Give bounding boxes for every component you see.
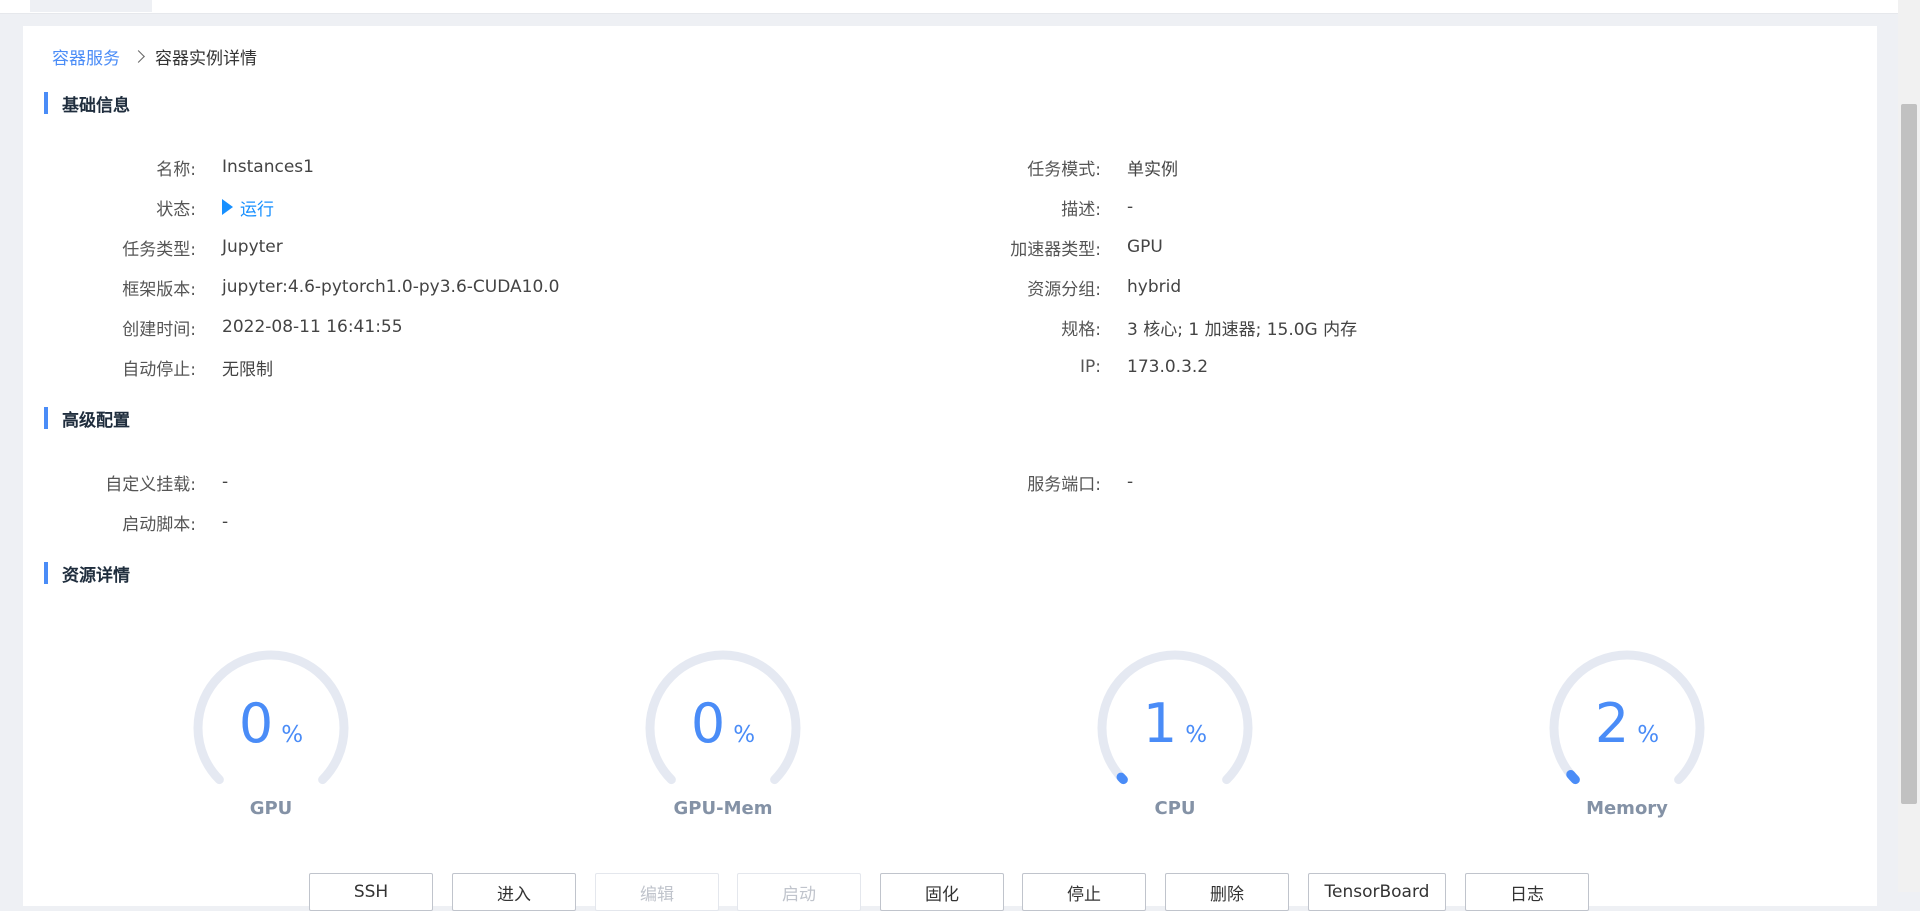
- breadcrumb: 容器服务 容器实例详情: [52, 44, 257, 69]
- advanced-field-left-0: 自定义挂载: -: [0, 470, 229, 495]
- breadcrumb-current: 容器实例详情: [155, 48, 257, 69]
- field-label: 加速器类型:: [1010, 239, 1101, 260]
- basic-field-right-4: 规格: 3 核心; 1 加速器; 15.0G 内存: [905, 315, 1358, 340]
- basic-field-left-1: 状态: 运行: [0, 195, 274, 220]
- delete-button[interactable]: 删除: [1165, 873, 1289, 911]
- field-value: -: [1127, 472, 1134, 492]
- gauge-progress: [1566, 770, 1580, 785]
- field-value: Instances1: [222, 157, 314, 177]
- field-value: hybrid: [1127, 277, 1182, 297]
- field-label: 规格:: [1061, 319, 1101, 340]
- basic-field-right-0: 任务模式: 单实例: [905, 155, 1178, 180]
- detail-card: 容器服务 容器实例详情 基础信息 名称: Instances1 状态: 运行任务类型:…: [23, 26, 1877, 911]
- basic-field-left-0: 名称: Instances1: [0, 155, 314, 180]
- section-title: 高级配置: [62, 410, 130, 431]
- status-value: 运行: [222, 195, 274, 220]
- basic-field-right-5: IP: 173.0.3.2: [905, 355, 1208, 379]
- section-accent-bar: [44, 92, 48, 114]
- field-label: 任务类型:: [122, 239, 196, 260]
- field-value: -: [1127, 197, 1134, 217]
- gauge-gpu: 0% GPU: [181, 644, 361, 824]
- page-scrollbar[interactable]: [1898, 0, 1920, 892]
- basic-field-left-5: 自动停止: 无限制: [0, 355, 273, 380]
- field-value: 3 核心; 1 加速器; 15.0G 内存: [1127, 319, 1358, 340]
- section-title: 资源详情: [62, 565, 130, 586]
- enter-button[interactable]: 进入: [452, 873, 576, 911]
- gauge-label: GPU: [249, 798, 293, 819]
- top-tab-strip: [0, 0, 1920, 14]
- field-label: 自动停止:: [122, 359, 196, 380]
- gauge-value: 1%: [1085, 692, 1265, 755]
- section-resource-details: 资源详情: [44, 562, 130, 586]
- field-label: 服务端口:: [1027, 474, 1101, 495]
- tensorboard-button[interactable]: TensorBoard: [1308, 873, 1446, 911]
- advanced-field-left-1: 启动脚本: -: [0, 510, 229, 535]
- basic-field-left-4: 创建时间: 2022-08-11 16:41:55: [0, 315, 403, 340]
- gauge-number: 0: [690, 692, 726, 755]
- gauge-number: 2: [1594, 692, 1630, 755]
- field-label: 描述:: [1061, 199, 1101, 220]
- field-value: 173.0.3.2: [1127, 357, 1209, 377]
- basic-field-left-3: 框架版本: jupyter:4.6-pytorch1.0-py3.6-CUDA10…: [0, 275, 560, 300]
- gauge-cpu: 1% CPU: [1085, 644, 1265, 824]
- status-text: 运行: [240, 199, 274, 220]
- section-advanced-config: 高级配置: [44, 407, 130, 431]
- active-tab[interactable]: [30, 0, 152, 12]
- field-label: 资源分组:: [1027, 279, 1101, 300]
- field-label: IP:: [1080, 357, 1101, 377]
- gauge-unit: %: [733, 722, 756, 748]
- section-accent-bar: [44, 562, 48, 584]
- gauge-unit: %: [1637, 722, 1660, 748]
- field-label: 框架版本:: [122, 279, 196, 300]
- gauge-value: 0%: [633, 692, 813, 755]
- field-label: 启动脚本:: [122, 514, 196, 535]
- gauge-value: 2%: [1537, 692, 1717, 755]
- gauge-number: 1: [1142, 692, 1178, 755]
- scrollbar-thumb[interactable]: [1901, 104, 1917, 804]
- gauge-label: CPU: [1154, 798, 1196, 819]
- gauge-unit: %: [281, 722, 304, 748]
- field-label: 名称:: [156, 159, 196, 180]
- section-title: 基础信息: [62, 95, 130, 116]
- gauge-unit: %: [1185, 722, 1208, 748]
- basic-field-left-2: 任务类型: Jupyter: [0, 235, 283, 260]
- gauge-memory: 2% Memory: [1537, 644, 1717, 824]
- field-label: 创建时间:: [122, 319, 196, 340]
- section-accent-bar: [44, 407, 48, 429]
- gauge-label: GPU-Mem: [673, 798, 773, 819]
- ssh-button[interactable]: SSH: [309, 873, 433, 911]
- basic-field-right-3: 资源分组: hybrid: [905, 275, 1182, 300]
- field-label: 任务模式:: [1027, 159, 1101, 180]
- chevron-right-icon: [132, 49, 145, 63]
- field-value: GPU: [1127, 237, 1163, 257]
- gauge-value: 0%: [181, 692, 361, 755]
- edit-button[interactable]: 编辑: [595, 873, 719, 911]
- field-value: jupyter:4.6-pytorch1.0-py3.6-CUDA10.0: [222, 277, 560, 297]
- basic-field-right-1: 描述: -: [905, 195, 1134, 220]
- field-label: 状态:: [156, 199, 196, 220]
- gauge-number: 0: [238, 692, 274, 755]
- section-basic-info: 基础信息: [44, 92, 130, 116]
- gauge-gpu-mem: 0% GPU-Mem: [633, 644, 813, 824]
- play-icon: [222, 199, 233, 215]
- gauge-progress: [1116, 772, 1128, 785]
- field-value: 无限制: [222, 359, 273, 380]
- field-value: -: [222, 512, 229, 532]
- commit-button[interactable]: 固化: [880, 873, 1004, 911]
- advanced-field-right-0: 服务端口: -: [905, 470, 1134, 495]
- start-button[interactable]: 启动: [737, 873, 861, 911]
- field-value: -: [222, 472, 229, 492]
- basic-field-right-2: 加速器类型: GPU: [905, 235, 1163, 260]
- action-button-row: SSH 进入 编辑 启动 固化 停止 删除 TensorBoard 日志: [23, 873, 1877, 911]
- gauge-label: Memory: [1586, 798, 1668, 819]
- field-value: 2022-08-11 16:41:55: [222, 317, 403, 337]
- stop-button[interactable]: 停止: [1022, 873, 1146, 911]
- breadcrumb-container-service[interactable]: 容器服务: [52, 44, 120, 69]
- field-label: 自定义挂载:: [105, 474, 196, 495]
- logs-button[interactable]: 日志: [1465, 873, 1589, 911]
- field-value: 单实例: [1127, 159, 1178, 180]
- field-value: Jupyter: [222, 237, 283, 257]
